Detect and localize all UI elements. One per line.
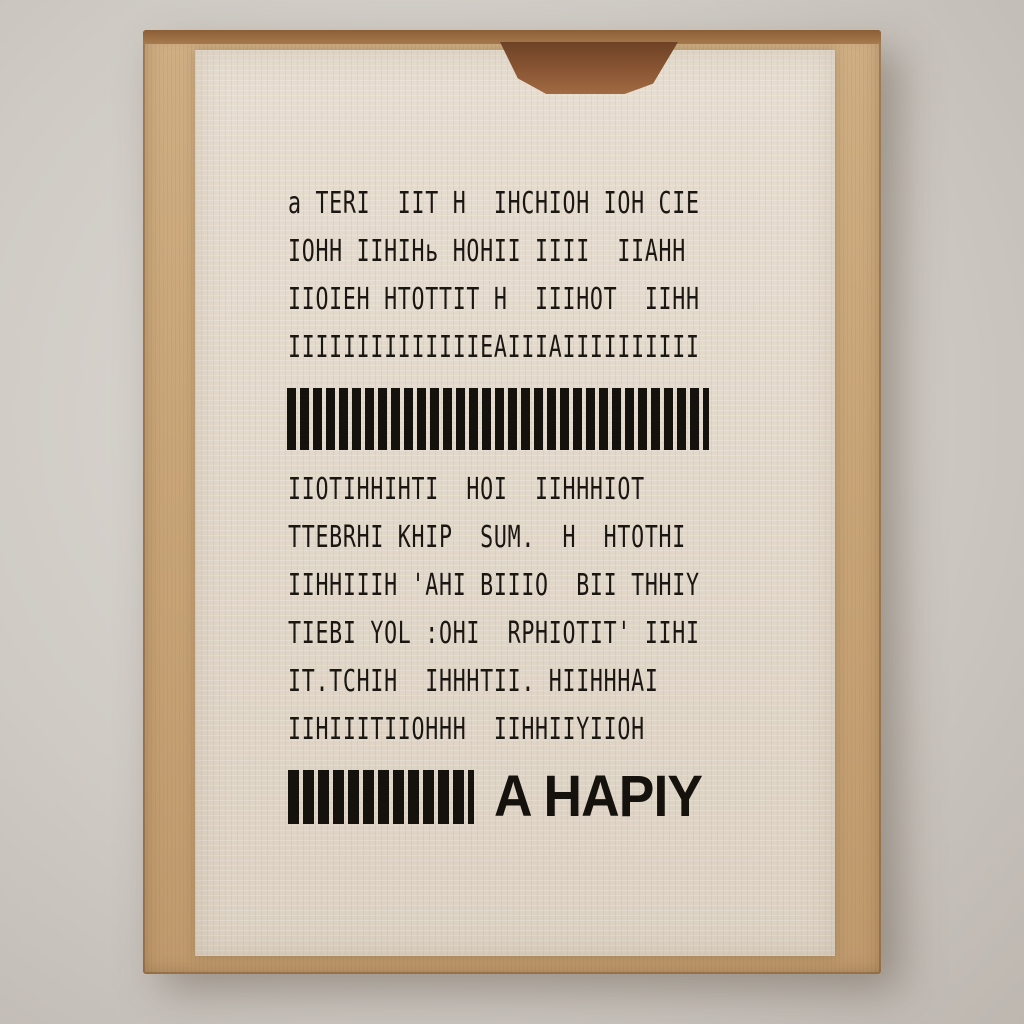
text-line: IIIIIIIIIIIIIIEAIIIAIIIIIIIIII: [288, 330, 700, 365]
text-line: IOHH IIHIHь HOHII IIII IIAHH: [288, 234, 687, 269]
closing-text: A HAPIY: [494, 764, 703, 829]
board-top-edge: [143, 30, 881, 44]
text-line: IIOIEH HTOTTIT H IIIHOT IIHH: [288, 282, 700, 317]
barcode-band: [287, 388, 709, 450]
bottom-text-block: IIOTIHHIHTI HOI IIHHHIOT TTEBRHI KHIP SU…: [288, 466, 724, 754]
text-line: IIHHIIIH 'AHI BIIIO BII THHIY: [288, 568, 700, 603]
closing-line: A HAPIY: [288, 768, 728, 826]
text-line: IT.TCHIH IHHHTII. HIIHHHAI: [288, 664, 659, 699]
text-line: TIEBI YOL :OHI RPHIOTIT' IIHI: [288, 616, 700, 651]
closing-bars: [288, 770, 474, 824]
top-text-block: а TERI IIT H IHCHIOH IOH CIE IOHH IIHIHь…: [288, 180, 724, 372]
text-line: IIHIIITIIOHHH IIHHIIYIIOH: [288, 712, 645, 747]
text-line: а TERI IIT H IHCHIOH IOH CIE: [288, 186, 700, 221]
text-line: TTEBRHI KHIP SUM. H HTOTHI: [288, 520, 687, 555]
text-line: IIOTIHHIHTI HOI IIHHHIOT: [288, 472, 645, 507]
